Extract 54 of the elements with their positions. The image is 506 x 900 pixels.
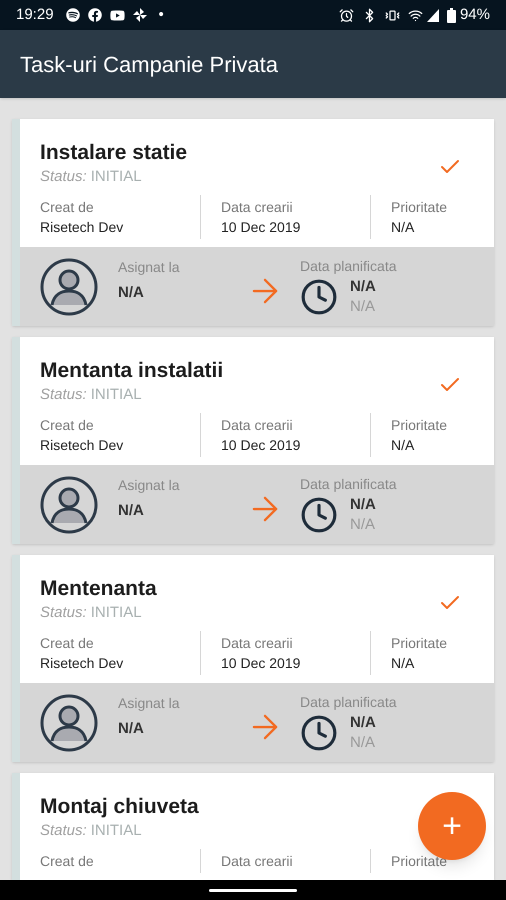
assigned-label: Asignat la xyxy=(118,258,180,277)
task-title: Mentenanta xyxy=(40,576,157,602)
field-label: Data crearii xyxy=(221,634,294,653)
field-value: 10 Dec 2019 xyxy=(221,436,302,455)
more-notifications-dot: • xyxy=(158,4,164,25)
planned-time: N/A xyxy=(350,297,376,317)
task-title: Instalare statie xyxy=(40,140,188,166)
planned-date: N/A xyxy=(350,277,376,297)
assigned-value: N/A xyxy=(118,718,145,739)
planned-date: N/A xyxy=(350,713,376,733)
field-value: N/A xyxy=(391,654,416,673)
status-label: Status: xyxy=(40,821,87,841)
task-title: Mentanta instalatii xyxy=(40,358,224,384)
status-value: INITIAL xyxy=(90,167,142,187)
field-label: Creat de xyxy=(40,198,95,217)
status-value: INITIAL xyxy=(90,603,142,623)
assigned-label: Asignat la xyxy=(118,694,180,713)
task-title: Montaj chiuveta xyxy=(40,794,199,820)
field-label: Data crearii xyxy=(221,852,294,871)
task-card[interactable]: Mentenanta Status: INITIAL Creat de Risetech Dev Data crearii 10 Dec 2019 Prioritate N/A Asignat la N/A Data planificata N/A N/A xyxy=(12,555,494,762)
field-label: Data crearii xyxy=(221,416,294,435)
field-label: Data crearii xyxy=(221,198,294,217)
assigned-value: N/A xyxy=(118,500,145,521)
planned-time: N/A xyxy=(350,733,376,753)
planned-label: Data planificata xyxy=(300,475,397,494)
field-value: N/A xyxy=(391,218,416,237)
field-label: Creat de xyxy=(40,852,95,871)
status-label: Status: xyxy=(40,603,87,623)
planned-date: N/A xyxy=(350,495,376,515)
app-bar-title: Task-uri Campanie Privata xyxy=(20,50,278,79)
status-label: Status: xyxy=(40,167,87,187)
battery-level: 94% xyxy=(460,4,490,25)
clock-time: 19:29 xyxy=(16,4,54,25)
assigned-value: N/A xyxy=(118,282,145,303)
assigned-label: Asignat la xyxy=(118,476,180,495)
planned-label: Data planificata xyxy=(300,693,397,712)
field-label: Creat de xyxy=(40,634,95,653)
field-label: Prioritate xyxy=(391,198,448,217)
task-card[interactable]: Instalare statie Status: INITIAL Creat de Risetech Dev Data crearii 10 Dec 2019 Prioritate N/A Asignat la N/A Data planificata N/A N/A xyxy=(12,119,494,326)
field-label: Creat de xyxy=(40,416,95,435)
field-label: Prioritate xyxy=(391,416,448,435)
field-value: 10 Dec 2019 xyxy=(221,218,302,237)
task-card[interactable]: Mentanta instalatii Status: INITIAL Creat de Risetech Dev Data crearii 10 Dec 2019 Prioritate N/A Asignat la N/A Data planificata N/A N/A xyxy=(12,337,494,544)
field-value: Risetech Dev xyxy=(40,654,124,673)
status-label: Status: xyxy=(40,385,87,405)
status-value: INITIAL xyxy=(90,385,142,405)
field-value: Risetech Dev xyxy=(40,218,124,237)
field-label: Prioritate xyxy=(391,634,448,653)
planned-time: N/A xyxy=(350,515,376,535)
field-value: Risetech Dev xyxy=(40,436,124,455)
status-value: INITIAL xyxy=(90,821,142,841)
planned-label: Data planificata xyxy=(300,257,397,276)
field-value: N/A xyxy=(391,436,416,455)
field-value: 10 Dec 2019 xyxy=(221,654,302,673)
